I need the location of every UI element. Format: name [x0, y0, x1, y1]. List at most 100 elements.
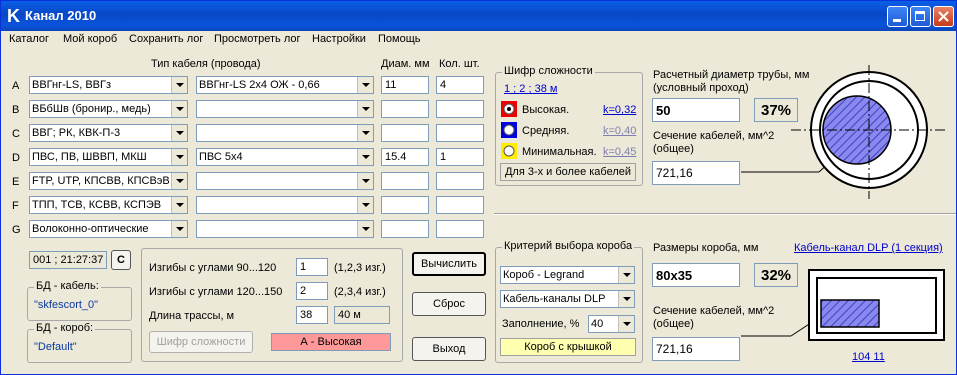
chevron-down-icon[interactable] [618, 291, 634, 307]
cable-type-select[interactable]: ВВГ; РК, КВК-П-3 [29, 124, 188, 142]
diameter-input[interactable]: 11 [381, 76, 429, 94]
header-quantity: Кол. шт. [439, 58, 480, 70]
cable-model-value: ПВС 5х4 [199, 151, 243, 163]
quantity-input[interactable] [436, 124, 484, 142]
minimize-button[interactable] [887, 6, 908, 27]
minimize-icon [893, 19, 901, 22]
menu-my-box[interactable]: Мой короб [63, 33, 117, 45]
box-model-link[interactable]: Кабель-канал DLP (1 секция) [794, 242, 943, 254]
pipe-diameter-value[interactable]: 50 [652, 98, 740, 122]
cable-model-select[interactable] [196, 196, 374, 214]
radio-medium-icon[interactable] [501, 122, 517, 138]
cable-model-select[interactable]: ВВГнг-LS 2х4 ОЖ - 0,66 [196, 76, 374, 94]
box-kind-select[interactable]: Кабель-каналы DLP [500, 290, 635, 308]
complexity-button[interactable]: Шифр сложности [149, 331, 253, 353]
cable-type-select[interactable]: Волоконно-оптические [29, 220, 188, 238]
diameter-input[interactable] [381, 220, 429, 238]
chevron-down-icon[interactable] [171, 149, 187, 165]
chevron-down-icon[interactable] [171, 173, 187, 189]
chevron-down-icon[interactable] [357, 197, 373, 213]
pipe-diagram [741, 65, 946, 199]
row-letter: B [12, 104, 20, 116]
diameter-input[interactable] [381, 196, 429, 214]
pipe-section-value[interactable]: 721,16 [652, 161, 740, 185]
chevron-down-icon[interactable] [357, 77, 373, 93]
box-criteria-title: Критерий выбора короба [502, 240, 635, 252]
level-medium-k[interactable]: k=0,40 [603, 125, 636, 137]
cable-type-select[interactable]: ВВГнг-LS, ВВГз [29, 76, 188, 94]
close-button[interactable] [933, 6, 954, 27]
quantity-input[interactable] [436, 220, 484, 238]
chevron-down-icon[interactable] [357, 149, 373, 165]
quantity-input[interactable]: 1 [436, 148, 484, 166]
cable-type-select[interactable]: ПВС, ПВ, ШВВП, МКШ [29, 148, 188, 166]
level-medium-label: Средняя. [522, 125, 570, 137]
app-window: K Канал 2010 Каталог Мой короб Сохранить… [0, 0, 957, 375]
quantity-input[interactable] [436, 196, 484, 214]
box-size-value[interactable]: 80x35 [652, 263, 740, 287]
session-time: 001 ; 21:27:37 [29, 251, 107, 269]
header-cable-type: Тип кабеля (провода) [151, 58, 261, 70]
menu-view-log[interactable]: Просмотреть лог [214, 33, 301, 45]
box-maker-value: Короб - Legrand [503, 269, 585, 281]
length-input[interactable]: 38 [296, 306, 328, 324]
cable-type-value: ВВГ; РК, КВК-П-3 [32, 127, 121, 139]
menu-catalog[interactable]: Каталог [9, 33, 49, 45]
chevron-down-icon[interactable] [171, 197, 187, 213]
chevron-down-icon[interactable] [357, 173, 373, 189]
cable-model-select[interactable] [196, 220, 374, 238]
cable-type-select[interactable]: ТПП, ТСВ, КСВВ, КСПЭВ [29, 196, 188, 214]
chevron-down-icon[interactable] [171, 77, 187, 93]
chevron-down-icon[interactable] [618, 316, 634, 332]
exit-button[interactable]: Выход [412, 337, 486, 361]
cable-model-select[interactable] [196, 100, 374, 118]
chevron-down-icon[interactable] [171, 101, 187, 117]
level-minimal-label: Минимальная. [522, 146, 597, 158]
diameter-input[interactable] [381, 124, 429, 142]
chevron-down-icon[interactable] [357, 101, 373, 117]
cable-model-select[interactable] [196, 172, 374, 190]
app-logo-icon: K [7, 6, 20, 26]
level-high-k[interactable]: k=0,32 [603, 104, 636, 116]
box-section-value[interactable]: 721,16 [652, 337, 740, 361]
quantity-input[interactable] [436, 172, 484, 190]
chevron-down-icon[interactable] [618, 267, 634, 283]
menu-bar: Каталог Мой короб Сохранить лог Просмотр… [1, 31, 956, 49]
quantity-input[interactable] [436, 100, 484, 118]
clear-button[interactable]: C [111, 250, 131, 270]
menu-save-log[interactable]: Сохранить лог [129, 33, 203, 45]
radio-minimal-icon[interactable] [501, 143, 517, 159]
bends-90-hint: (1,2,3 изг.) [334, 262, 386, 274]
cable-model-select[interactable]: ПВС 5х4 [196, 148, 374, 166]
chevron-down-icon[interactable] [171, 221, 187, 237]
chevron-down-icon[interactable] [357, 221, 373, 237]
chevron-down-icon[interactable] [171, 125, 187, 141]
chevron-down-icon[interactable] [357, 125, 373, 141]
menu-help[interactable]: Помощь [378, 33, 421, 45]
row-letter: E [12, 176, 20, 188]
complexity-code[interactable]: 1 ; 2 ; 38 м [504, 83, 557, 95]
box-maker-select[interactable]: Короб - Legrand [500, 266, 635, 284]
bends-90-label: Изгибы с углами 90...120 [149, 262, 277, 274]
maximize-button[interactable] [910, 6, 931, 27]
menu-settings[interactable]: Настройки [312, 33, 366, 45]
diameter-input[interactable] [381, 100, 429, 118]
diameter-input[interactable]: 15.4 [381, 148, 429, 166]
cable-model-select[interactable] [196, 124, 374, 142]
fill-select[interactable]: 40 [588, 315, 635, 333]
quantity-input[interactable]: 4 [436, 76, 484, 94]
box-code-link[interactable]: 104 11 [852, 351, 885, 363]
level-minimal-k[interactable]: k=0,45 [603, 146, 636, 158]
complexity-result: А - Высокая [271, 333, 391, 351]
reset-button[interactable]: Сброс [412, 292, 486, 316]
cable-type-select[interactable]: FTP, UTP, КПСВВ, КПСВэВ [29, 172, 188, 190]
row-letter: A [12, 80, 20, 92]
diameter-input[interactable] [381, 172, 429, 190]
calculate-button[interactable]: Вычислить [412, 252, 486, 276]
radio-high-icon[interactable] [501, 101, 517, 117]
box-diagram [741, 269, 945, 341]
title-bar[interactable]: K Канал 2010 [1, 1, 956, 31]
cable-type-select[interactable]: ВБбШв (бронир., медь) [29, 100, 188, 118]
bends-120-input[interactable]: 2 [296, 282, 328, 300]
bends-90-input[interactable]: 1 [296, 258, 328, 276]
